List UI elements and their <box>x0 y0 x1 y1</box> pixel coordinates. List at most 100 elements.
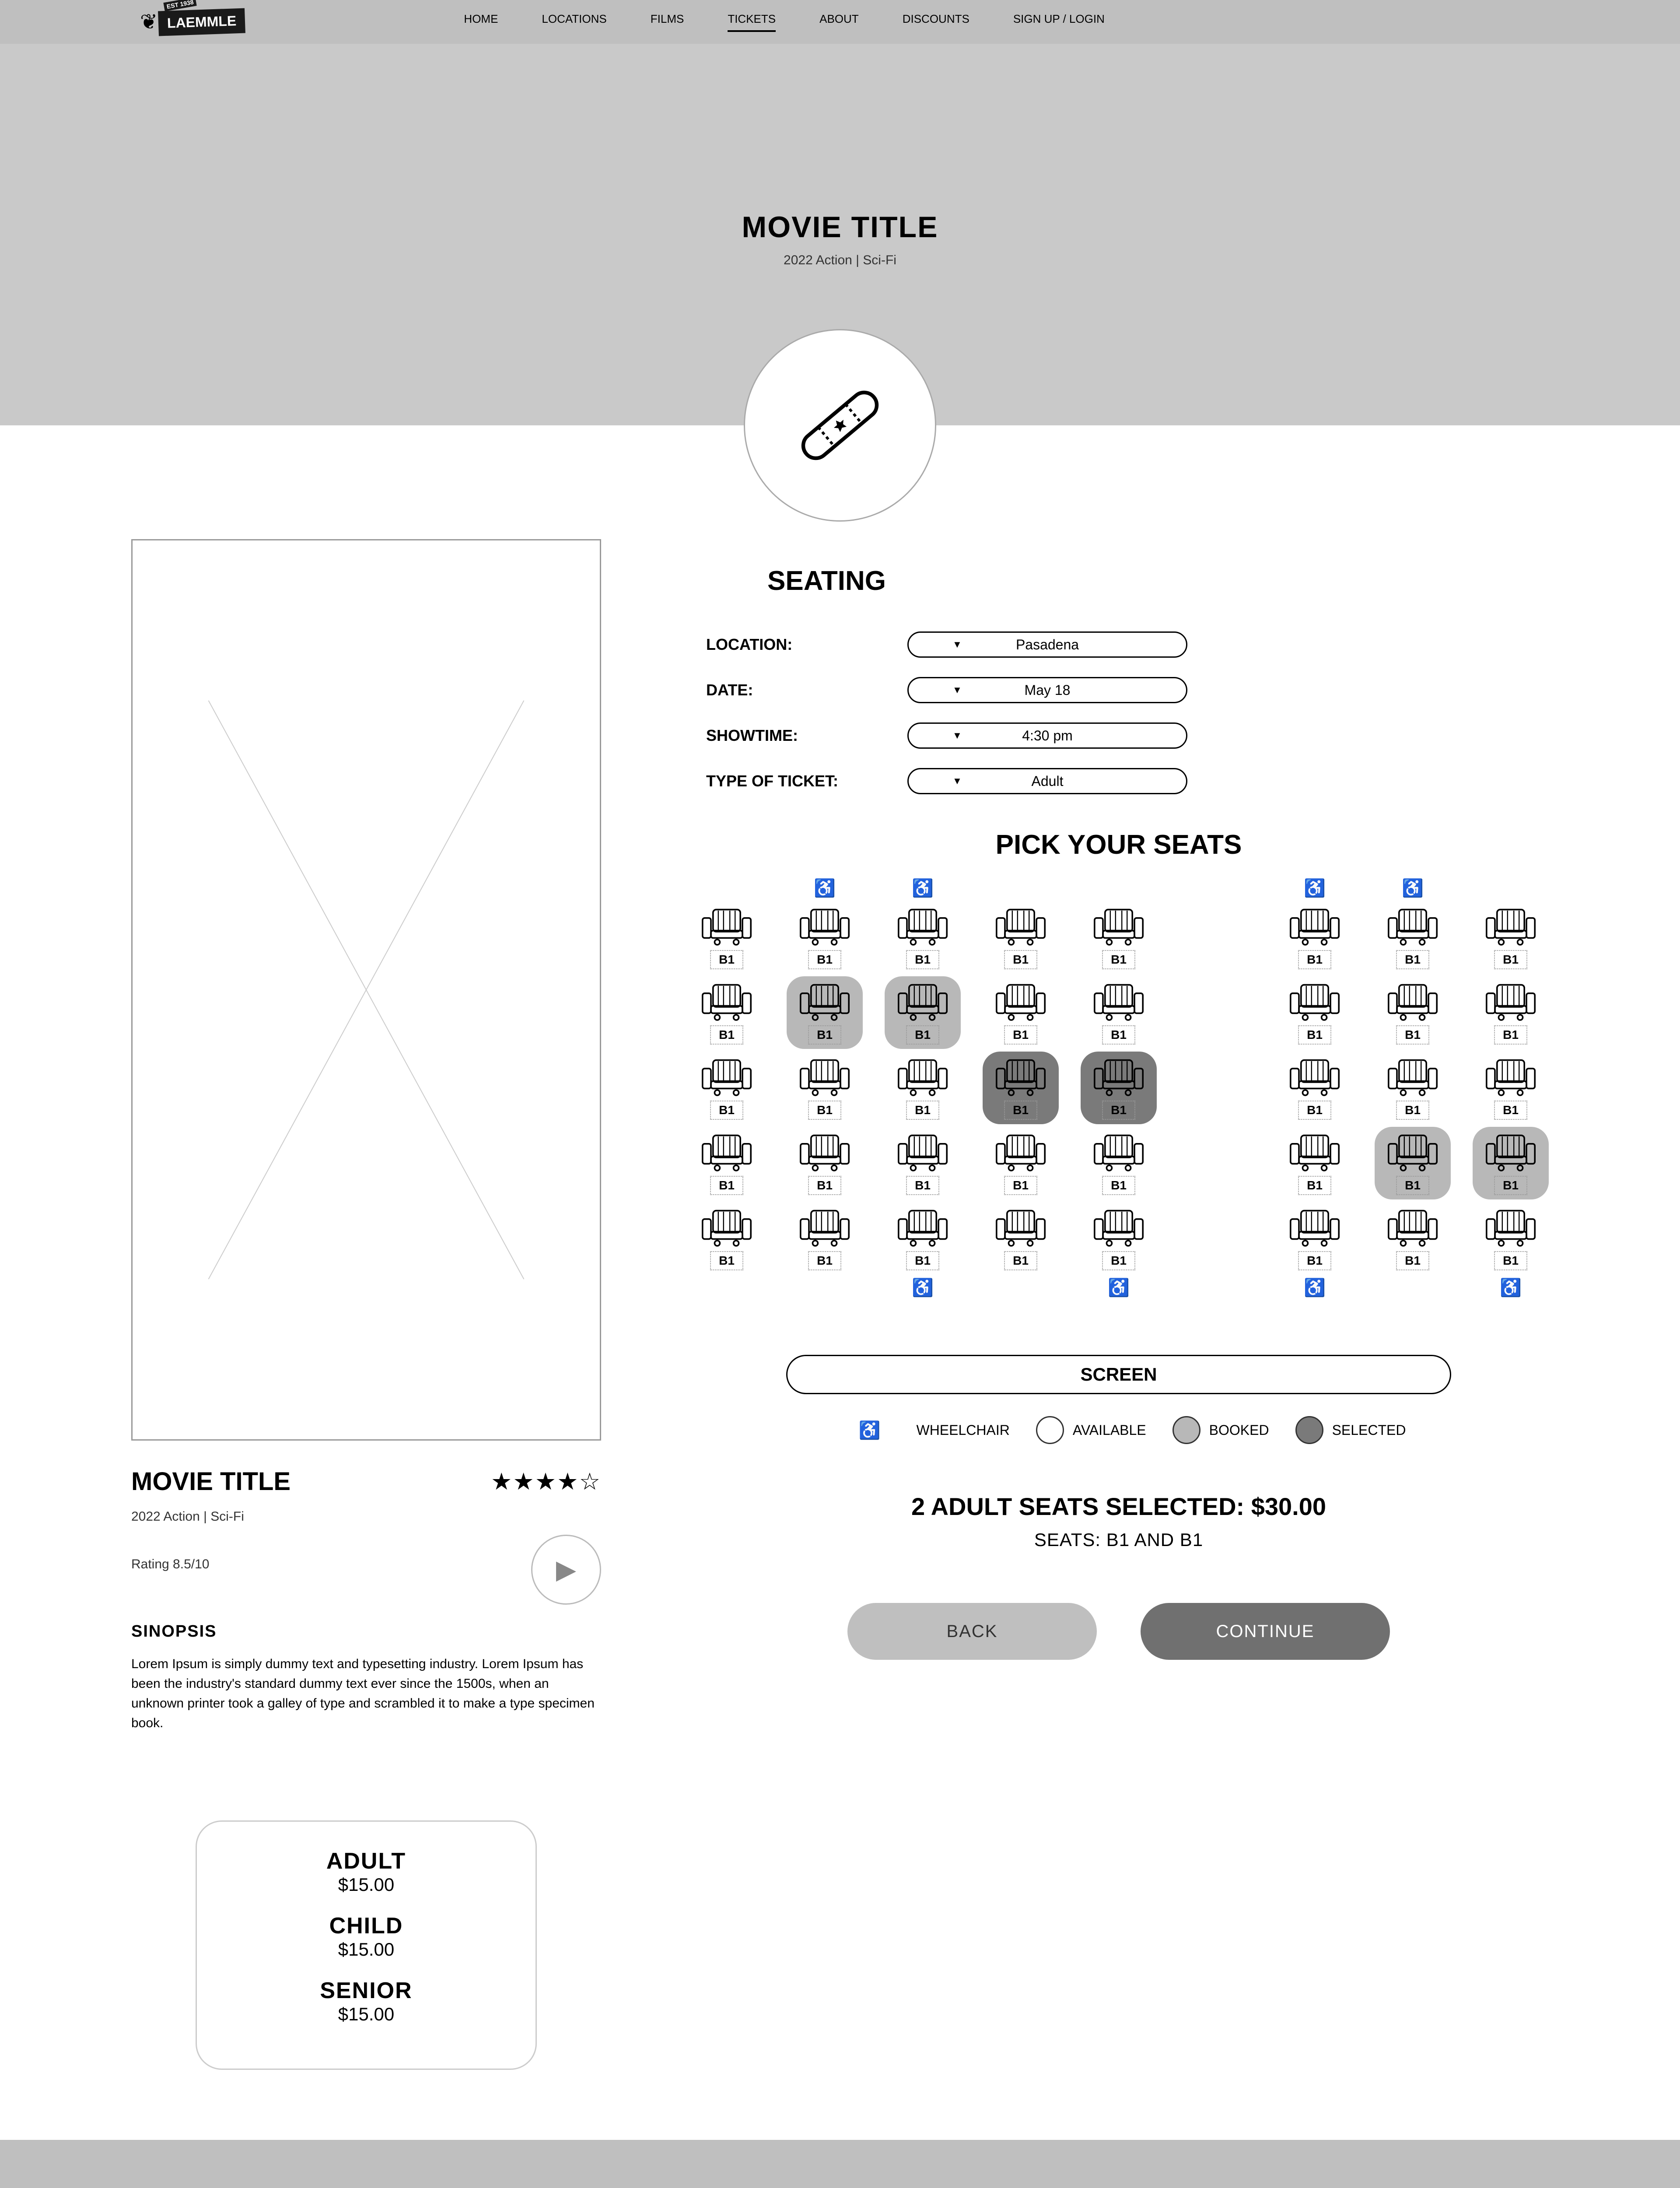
price-tier: CHILD <box>197 1913 536 1939</box>
seat-label: B1 <box>906 1251 939 1270</box>
selector-dropdown[interactable]: ▼ 4:30 pm <box>907 722 1187 749</box>
nav-sign-up-login[interactable]: SIGN UP / LOGIN <box>1013 12 1105 32</box>
seat-label: B1 <box>1004 1176 1037 1195</box>
wheelchair-icon: ♿ <box>885 1277 961 1298</box>
seat[interactable]: B1 <box>689 1202 765 1275</box>
seat-label: B1 <box>808 1176 841 1195</box>
ticket-icon <box>788 373 892 478</box>
wheelchair-icon: ♿ <box>787 878 863 898</box>
seat[interactable]: B1 <box>1081 1127 1157 1199</box>
ticket-icon-circle <box>744 329 936 522</box>
continue-button[interactable]: CONTINUE <box>1141 1603 1390 1660</box>
seat[interactable]: B1 <box>689 1052 765 1124</box>
nav-tickets[interactable]: TICKETS <box>728 12 776 32</box>
selector-row: TYPE OF TICKET: ▼ Adult <box>689 768 1549 794</box>
legend-circle-booked <box>1172 1416 1200 1444</box>
nav-locations[interactable]: LOCATIONS <box>542 12 606 32</box>
seat[interactable]: B1 <box>1277 901 1353 974</box>
seat[interactable]: B1 <box>885 901 961 974</box>
seat[interactable]: B1 <box>689 1127 765 1199</box>
seat[interactable]: B1 <box>1473 901 1549 974</box>
seat[interactable]: B1 <box>1473 1052 1549 1124</box>
seat[interactable]: B1 <box>885 976 961 1049</box>
wheelchair-icon: ♿ <box>1277 1277 1353 1298</box>
movie-description: Lorem Ipsum is simply dummy text and typ… <box>131 1654 595 1733</box>
seat[interactable]: B1 <box>885 1202 961 1275</box>
seat-label: B1 <box>710 1025 743 1045</box>
seat-label: B1 <box>1494 1176 1527 1195</box>
legend-circle-available <box>1036 1416 1064 1444</box>
seat[interactable]: B1 <box>885 1052 961 1124</box>
seat[interactable]: B1 <box>689 901 765 974</box>
seat-label: B1 <box>1494 1101 1527 1120</box>
seat[interactable]: B1 <box>1473 976 1549 1049</box>
seat[interactable]: B1 <box>1375 1127 1451 1199</box>
selector-value: 4:30 pm <box>1022 728 1073 744</box>
seat[interactable]: B1 <box>1473 1202 1549 1275</box>
wheelchair-icon: ♿ <box>831 1420 907 1441</box>
seat[interactable]: B1 <box>787 1127 863 1199</box>
seat[interactable]: B1 <box>1375 901 1451 974</box>
seat[interactable]: B1 <box>1081 1202 1157 1275</box>
seat[interactable]: B1 <box>787 1052 863 1124</box>
seat[interactable]: B1 <box>983 976 1059 1049</box>
price-value: $15.00 <box>197 1874 536 1895</box>
movie-poster-placeholder <box>131 539 601 1441</box>
nav-home[interactable]: HOME <box>464 12 498 32</box>
play-trailer-button[interactable]: ▶ <box>531 1535 601 1605</box>
seat-label: B1 <box>1102 1176 1135 1195</box>
seat-label: B1 <box>808 1025 841 1045</box>
seat-label: B1 <box>1004 950 1037 969</box>
seat[interactable]: B1 <box>1375 1202 1451 1275</box>
legend-available: AVAILABLE <box>1073 1422 1146 1438</box>
seat[interactable]: B1 <box>983 1052 1059 1124</box>
seat[interactable]: B1 <box>787 901 863 974</box>
chevron-down-icon: ▼ <box>952 730 962 741</box>
selector-label: LOCATION: <box>706 635 907 654</box>
nav-discounts[interactable]: DISCOUNTS <box>903 12 970 32</box>
selector-dropdown[interactable]: ▼Pasadena <box>907 631 1187 658</box>
logo[interactable]: ❦ EST 1938 LAEMMLE <box>140 10 245 35</box>
wheelchair-icon: ♿ <box>1277 878 1353 898</box>
right-column: SEATING LOCATION:▼PasadenaDATE:▼May 18SH… <box>689 539 1549 2070</box>
seat[interactable]: B1 <box>1277 976 1353 1049</box>
nav-about[interactable]: ABOUT <box>819 12 859 32</box>
laurel-icon: ❦ <box>140 10 158 34</box>
seat-label: B1 <box>1298 1025 1331 1045</box>
seat[interactable]: B1 <box>983 1127 1059 1199</box>
seat[interactable]: B1 <box>885 1127 961 1199</box>
chevron-down-icon: ▼ <box>952 639 962 650</box>
brand-est: EST 1938 <box>164 0 197 11</box>
seat-label: B1 <box>808 1251 841 1270</box>
price-value: $15.00 <box>197 2004 536 2025</box>
selector-dropdown[interactable]: ▼May 18 <box>907 677 1187 703</box>
seat[interactable]: B1 <box>983 1202 1059 1275</box>
seat[interactable]: B1 <box>1277 1127 1353 1199</box>
seat[interactable]: B1 <box>1277 1052 1353 1124</box>
seat[interactable]: B1 <box>1375 1052 1451 1124</box>
seat[interactable]: B1 <box>787 1202 863 1275</box>
seat[interactable]: B1 <box>1081 901 1157 974</box>
selector-row: DATE:▼May 18 <box>689 677 1549 703</box>
seat[interactable]: B1 <box>1081 976 1157 1049</box>
chevron-down-icon: ▼ <box>952 775 962 787</box>
wheelchair-icon: ♿ <box>885 878 961 898</box>
seat[interactable]: B1 <box>1473 1127 1549 1199</box>
seat[interactable]: B1 <box>1375 976 1451 1049</box>
back-button[interactable]: BACK <box>847 1603 1097 1660</box>
screen-indicator: SCREEN <box>786 1355 1451 1394</box>
seat-label: B1 <box>710 950 743 969</box>
selector-value: Adult <box>1032 773 1064 789</box>
selector-dropdown[interactable]: ▼ Adult <box>907 768 1187 794</box>
nav-films[interactable]: FILMS <box>651 12 684 32</box>
sinopsis-label: SINOPSIS <box>131 1622 601 1641</box>
selector-label: DATE: <box>706 681 907 699</box>
seat[interactable]: B1 <box>983 901 1059 974</box>
seat[interactable]: B1 <box>1277 1202 1353 1275</box>
price-value: $15.00 <box>197 1939 536 1960</box>
selector-label: TYPE OF TICKET: <box>706 772 907 790</box>
seat[interactable]: B1 <box>1081 1052 1157 1124</box>
seat[interactable]: B1 <box>787 976 863 1049</box>
selector-row: LOCATION:▼Pasadena <box>689 631 1549 658</box>
seat[interactable]: B1 <box>689 976 765 1049</box>
